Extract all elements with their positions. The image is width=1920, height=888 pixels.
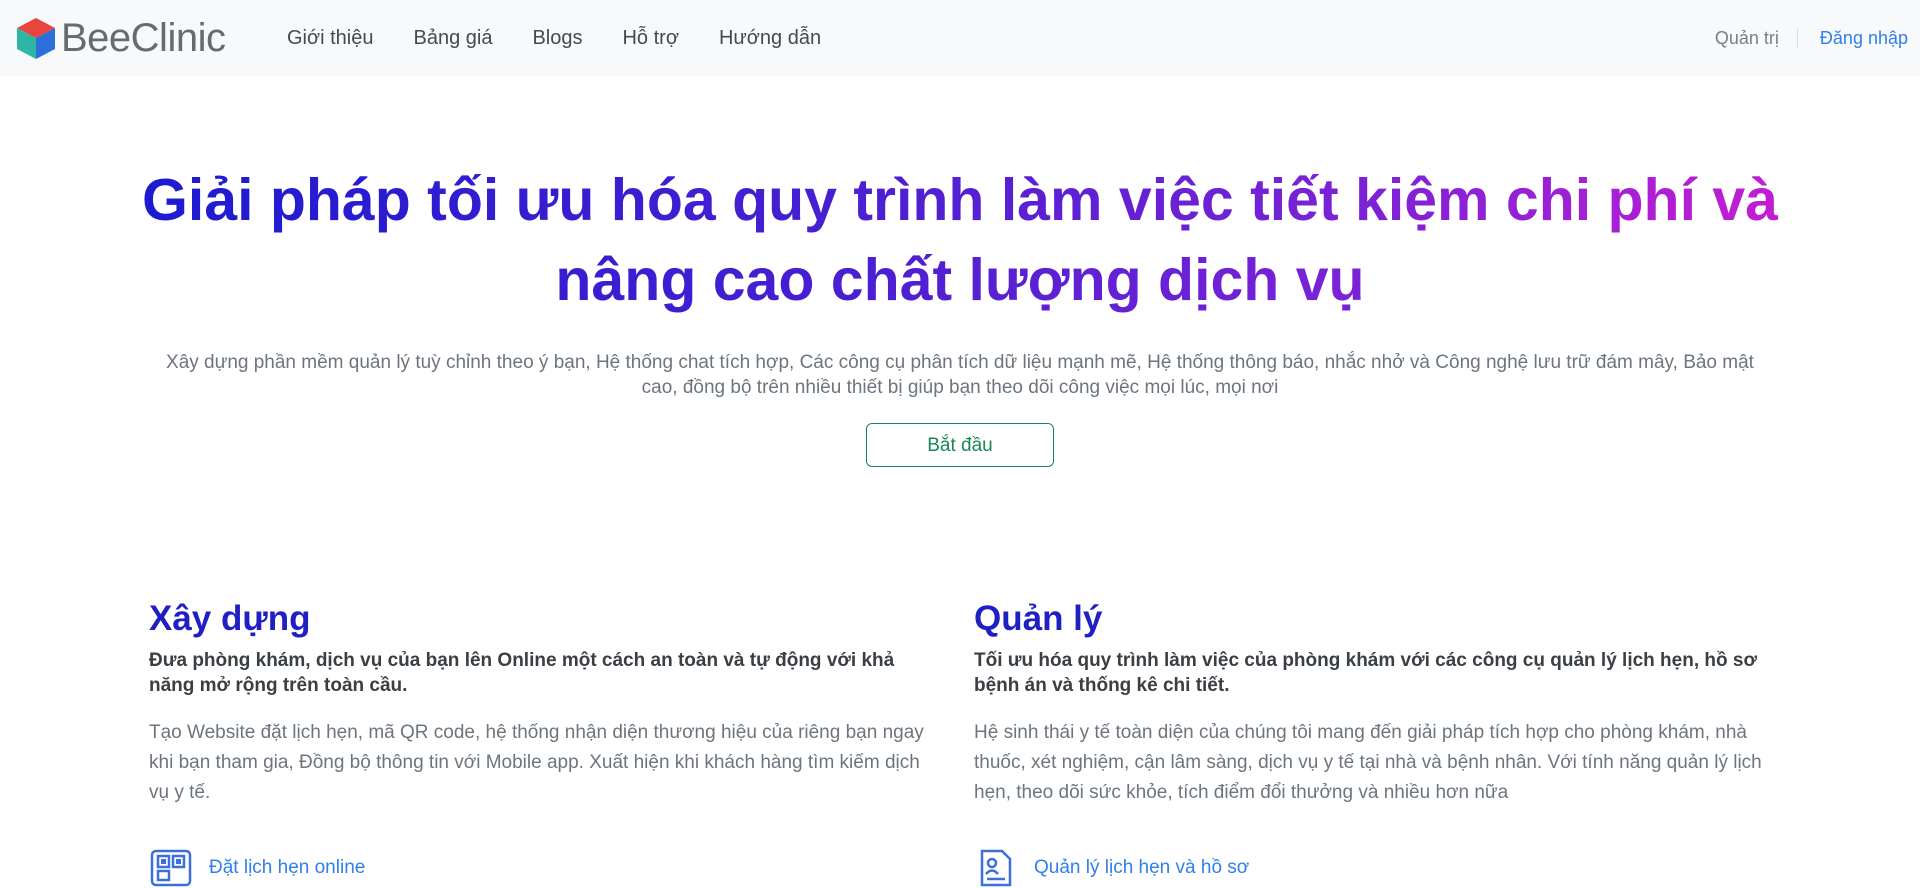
nav-link-pricing[interactable]: Bảng giá bbox=[413, 27, 492, 50]
hero-title-line-2: nâng cao chất lượng dịch vụ bbox=[555, 247, 1365, 313]
beeclinic-cube-logo-icon bbox=[17, 18, 55, 59]
admin-link[interactable]: Quản trị bbox=[1715, 27, 1798, 49]
feature-body: Hệ sinh thái y tế toàn diện của chúng tô… bbox=[974, 722, 1762, 803]
feature-manage: Quản lý Tối ưu hóa quy trình làm việc củ… bbox=[974, 596, 1764, 888]
login-link[interactable]: Đăng nhập bbox=[1820, 28, 1908, 49]
nav-link-blogs[interactable]: Blogs bbox=[532, 27, 582, 50]
feature-build: Xây dựng Đưa phòng khám, dịch vụ của bạn… bbox=[149, 596, 939, 888]
feature-link-appointment-records[interactable]: Quản lý lịch hẹn và hồ sơ bbox=[974, 848, 1764, 888]
brand-logo-link[interactable]: BeeClinic bbox=[15, 16, 226, 60]
nav-account: Quản trị Đăng nhập bbox=[1715, 0, 1908, 76]
brand-name: BeeClinic bbox=[61, 16, 226, 60]
nav-link-intro[interactable]: Giới thiệu bbox=[287, 27, 373, 50]
hero-subtitle: Xây dựng phần mềm quản lý tuỳ chỉnh theo… bbox=[166, 352, 1754, 398]
nav-link-guide[interactable]: Hướng dẫn bbox=[719, 27, 821, 50]
feature-lead: Đưa phòng khám, dịch vụ của bạn lên Onli… bbox=[149, 650, 895, 696]
hero-section: Giải pháp tối ưu hóa quy trình làm việc … bbox=[0, 160, 1920, 467]
hero-title-line-1: Giải pháp tối ưu hóa quy trình làm việc … bbox=[141, 167, 1779, 233]
feature-link-online-booking[interactable]: Đặt lịch hẹn online bbox=[149, 848, 939, 888]
feature-title: Quản lý bbox=[974, 599, 1103, 638]
feature-lead: Tối ưu hóa quy trình làm việc của phòng … bbox=[974, 650, 1757, 696]
feature-title: Xây dựng bbox=[149, 599, 311, 638]
hero-title: Giải pháp tối ưu hóa quy trình làm việc … bbox=[135, 160, 1785, 320]
medical-record-icon bbox=[980, 849, 1012, 887]
nav-link-support[interactable]: Hỗ trợ bbox=[622, 27, 678, 50]
main-nav: Giới thiệu Bảng giá Blogs Hỗ trợ Hướng d… bbox=[287, 0, 861, 76]
qr-code-icon bbox=[150, 849, 192, 887]
get-started-button[interactable]: Bắt đầu bbox=[866, 423, 1054, 467]
top-navbar: BeeClinic Giới thiệu Bảng giá Blogs Hỗ t… bbox=[0, 0, 1920, 76]
feature-body: Tạo Website đặt lịch hẹn, mã QR code, hệ… bbox=[149, 722, 924, 803]
